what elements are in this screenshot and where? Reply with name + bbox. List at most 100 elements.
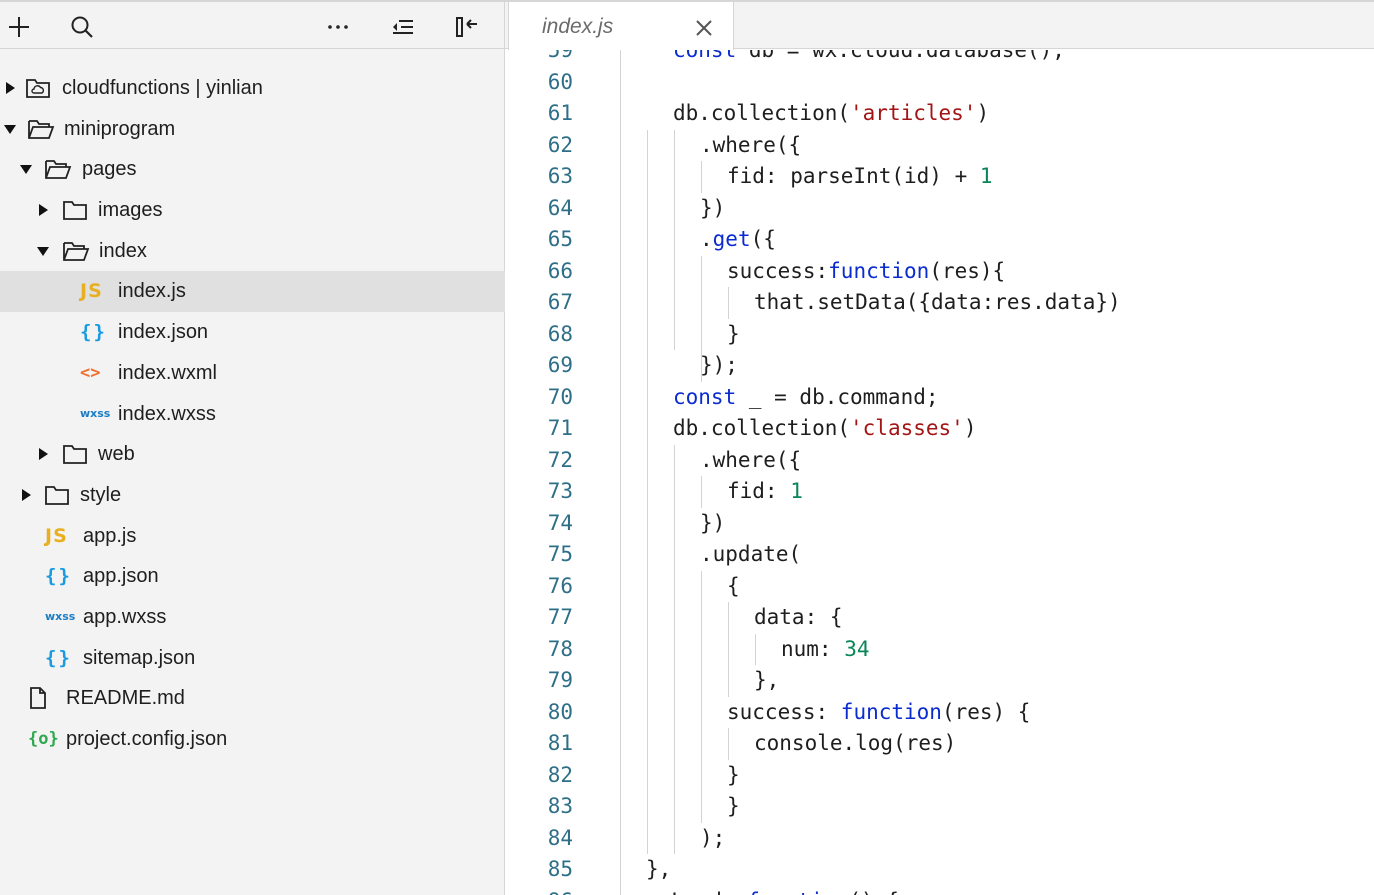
close-icon[interactable]: [694, 18, 714, 38]
search-icon[interactable]: [68, 13, 96, 41]
code-line[interactable]: 71 db.collection('classes'): [505, 413, 1374, 445]
file-icon: [28, 687, 48, 710]
tree-item-readme-md[interactable]: README.md: [0, 678, 505, 719]
tree-item-index[interactable]: index: [0, 231, 505, 272]
config-file-icon: {o}: [28, 729, 59, 749]
code-line[interactable]: 74}): [505, 508, 1374, 540]
code-line[interactable]: 80 success: function(res) {: [505, 697, 1374, 729]
code-line[interactable]: 72 .where({: [505, 445, 1374, 477]
folder-open-icon: [27, 118, 55, 140]
tree-item-index-wxml[interactable]: <> index.wxml: [0, 353, 505, 394]
code-text: const db = wx.cloud.database();: [673, 50, 1065, 62]
tree-item-label: project.config.json: [66, 728, 228, 750]
code-text: .update(: [700, 542, 802, 566]
chevron-down-icon[interactable]: [3, 122, 17, 136]
line-number: 72: [547, 447, 573, 472]
chevron-right-icon[interactable]: [19, 488, 33, 502]
code-text: data: {: [754, 605, 843, 629]
chevron-right-icon[interactable]: [36, 203, 50, 217]
tree-item-app-js[interactable]: JS app.js: [0, 516, 505, 557]
code-line[interactable]: 84);: [505, 823, 1374, 855]
chevron-right-icon[interactable]: [36, 447, 50, 461]
code-text: }: [727, 762, 740, 787]
code-line[interactable]: 60: [505, 67, 1374, 99]
line-number: 65: [547, 227, 573, 251]
tree-item-label: web: [98, 443, 135, 466]
json-file-icon: {}: [80, 321, 107, 344]
tree-item-app-wxss[interactable]: wxss app.wxss: [0, 597, 505, 638]
code-line[interactable]: 85},: [505, 854, 1374, 886]
tree-item-label: app.js: [83, 524, 137, 547]
code-text: success:function(res){: [727, 258, 1006, 283]
code-line[interactable]: 75 .update(: [505, 539, 1374, 571]
code-line[interactable]: 69});: [505, 350, 1374, 382]
tree-item-miniprogram[interactable]: miniprogram: [0, 109, 505, 150]
code-line[interactable]: 64}): [505, 193, 1374, 225]
code-area[interactable]: 59 const db = wx.cloud.database(); 60 61 db.…: [505, 50, 1374, 895]
tree-item-cloudfunctions-yinlian[interactable]: cloudfunctions | yinlian: [0, 68, 505, 109]
code-editor: index.js 59 const db = wx.cloud.database(…: [505, 0, 1374, 895]
code-line[interactable]: 70 const _ = db.command;: [505, 382, 1374, 414]
more-icon[interactable]: [324, 13, 352, 41]
collapse-panel-icon[interactable]: [453, 13, 481, 41]
code-line[interactable]: 81 console.log(res): [505, 728, 1374, 760]
code-text: db.collection('classes'): [673, 416, 977, 440]
code-line[interactable]: 62 .where({: [505, 130, 1374, 162]
line-number: 83: [547, 794, 573, 818]
indent-guide: [701, 476, 702, 508]
collapse-list-icon[interactable]: [389, 13, 417, 41]
code-line[interactable]: 59 const db = wx.cloud.database();: [505, 50, 1374, 67]
code-text: {: [727, 573, 740, 598]
explorer-toolbar: [0, 0, 505, 49]
code-text: }): [700, 510, 726, 535]
folder-icon: [44, 484, 70, 506]
code-text: db.collection('articles'): [673, 101, 990, 125]
code-line[interactable]: 83}: [505, 791, 1374, 823]
code-line[interactable]: 78 num: 34: [505, 634, 1374, 666]
wxss-file-icon: wxss: [80, 406, 111, 420]
tree-item-images[interactable]: images: [0, 190, 505, 231]
line-number: 82: [547, 762, 573, 787]
tree-item-index-wxss[interactable]: wxss index.wxss: [0, 394, 505, 435]
code-text: }: [727, 794, 740, 818]
chevron-right-icon[interactable]: [3, 81, 17, 95]
line-number: 66: [547, 258, 573, 283]
folder-open-icon: [62, 240, 90, 262]
code-line[interactable]: 79},: [505, 665, 1374, 697]
tree-item-style[interactable]: style: [0, 475, 505, 516]
line-number: 84: [547, 825, 573, 850]
indent-guide: [728, 728, 729, 760]
tree-item-label: index: [99, 239, 147, 262]
code-line[interactable]: 82}: [505, 760, 1374, 792]
code-line[interactable]: 73 fid: 1: [505, 476, 1374, 508]
js-file-icon: JS: [45, 524, 68, 547]
tree-item-app-json[interactable]: {} app.json: [0, 556, 505, 597]
tree-item-label: miniprogram: [64, 117, 176, 140]
tree-item-project-config-json[interactable]: {o} project.config.json: [0, 719, 505, 760]
code-text: }): [700, 195, 726, 220]
tree-item-index-json[interactable]: {} index.json: [0, 312, 505, 353]
chevron-down-icon[interactable]: [36, 244, 50, 258]
line-number: 78: [547, 636, 573, 661]
tree-item-index-js[interactable]: JS index.js: [0, 271, 505, 313]
plus-icon[interactable]: [5, 13, 33, 41]
code-line[interactable]: 61 db.collection('articles'): [505, 98, 1374, 130]
chevron-down-icon[interactable]: [19, 162, 33, 176]
code-line[interactable]: 66 success:function(res){: [505, 256, 1374, 288]
code-line[interactable]: 63 fid: parseInt(id) + 1: [505, 161, 1374, 193]
code-line[interactable]: 77 data: {: [505, 602, 1374, 634]
code-line[interactable]: 67 that.setData({data:res.data}): [505, 287, 1374, 319]
tree-item-pages[interactable]: pages: [0, 149, 505, 190]
tree-item-label: index.wxml: [118, 361, 217, 384]
code-line[interactable]: 86 onLoad: function() {: [505, 886, 1374, 895]
code-line[interactable]: 68}: [505, 319, 1374, 351]
tree-item-web[interactable]: web: [0, 434, 505, 475]
code-line[interactable]: 65 .get({: [505, 224, 1374, 256]
code-line[interactable]: 76 {: [505, 571, 1374, 603]
code-text: that.setData({data:res.data}): [754, 290, 1121, 314]
tab-index-js[interactable]: index.js: [508, 0, 734, 50]
wxml-file-icon: <>: [80, 362, 101, 383]
indent-guide: [701, 570, 702, 823]
tree-item-sitemap-json[interactable]: {} sitemap.json: [0, 638, 505, 679]
code-text: num: 34: [781, 636, 870, 661]
